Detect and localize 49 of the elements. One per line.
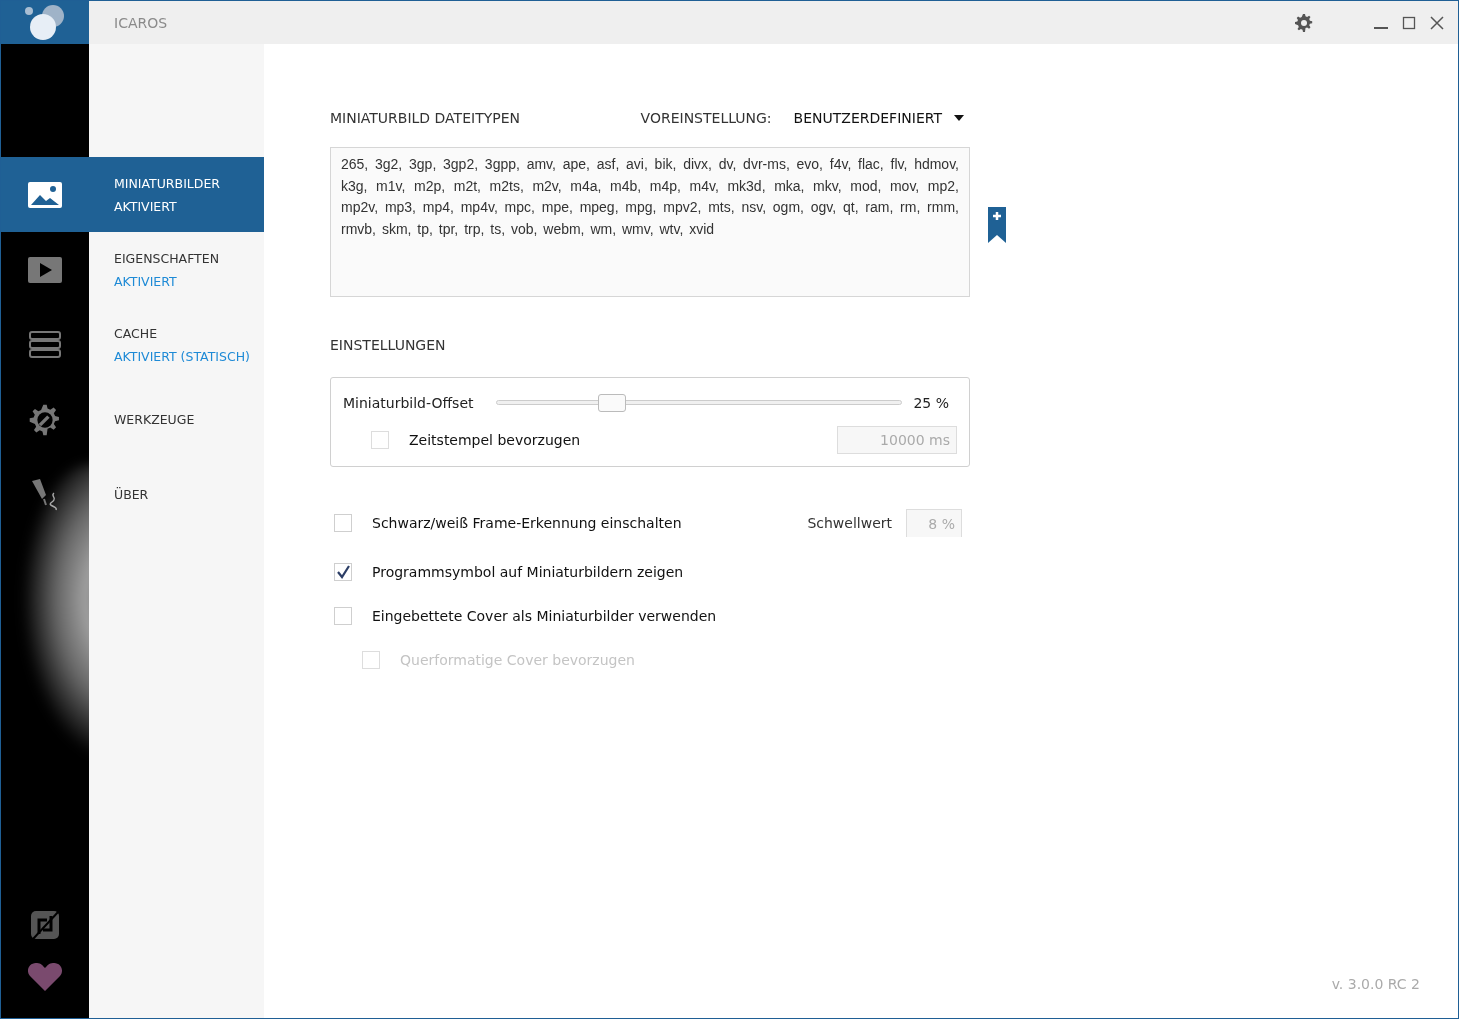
caret-icon — [954, 115, 964, 121]
image-icon — [27, 180, 63, 209]
minimize-icon — [1374, 26, 1388, 29]
nav-item-status: AKTIVIERT (STATISCH) — [114, 348, 251, 364]
settings-icon — [1294, 12, 1314, 33]
slider-label: Miniaturbild-Offset — [343, 395, 475, 411]
version-label: v. 3.0.0 RC 2 — [1331, 976, 1420, 992]
nav-item-title: WERKZEUGE — [114, 412, 196, 427]
nav-item[interactable]: EIGENSCHAFTEN AKTIVIERT — [89, 232, 264, 307]
close-icon — [1430, 15, 1444, 30]
nav-item[interactable]: CACHE AKTIVIERT (STATISCH) — [89, 307, 264, 382]
file-types-field[interactable]: 265, 3g2, 3gp, 3gp2, 3gpp, amv, ape, asf, avi, bik, divx, dv, dvr-ms, evo, f4v, flac, flv, hdmov, k3g, m1v, m2p, m2t, m2ts, m2v, m4a, m4b, m4p, m4v, mk3d, mka, mkv, mod, mov, mp2, mp2v, mp3, mp4, mp4v, mpc, mpe, mpeg, mpg, mpv2, mts, nsv, ogm, ogv, qt, ram, rm, rmm, rmvb, skm, tp, tpr, trp, ts, vob, webm, wm, wmv, wtv, xvid — [330, 147, 970, 297]
preset-dropdown[interactable]: BENUTZERDEFINIERT — [793, 110, 964, 126]
bookmark-plus-icon — [988, 207, 1006, 243]
maximize-icon — [1402, 15, 1416, 30]
preset-label: VOREINSTELLUNG: — [640, 110, 772, 126]
nav-item-title: CACHE — [114, 325, 159, 341]
settings-button[interactable] — [1294, 12, 1314, 33]
bubbles-logo-icon — [23, 2, 67, 43]
nav-item[interactable]: MINIATURBILDER AKTIVIERT — [89, 157, 264, 232]
close-button[interactable] — [1430, 15, 1444, 30]
checkbox-label: Eingebettete Cover als Miniaturbilder verwenden — [372, 608, 717, 624]
nav-item-title: EIGENSCHAFTEN — [114, 250, 220, 266]
nav-item-status: AKTIVIERT — [114, 198, 178, 214]
checkmark-icon — [336, 565, 350, 579]
checkbox-label: Programmsymbol auf Miniaturbildern zeigen — [372, 564, 684, 580]
checkbox-label: Querformatige Cover bevorzugen — [400, 652, 635, 668]
nav-item[interactable]: WERKZEUGE — [89, 382, 264, 457]
section-heading: EINSTELLUNGEN — [330, 337, 447, 353]
threshold-label: Schwellwert — [807, 515, 892, 531]
stacked-books-icon — [28, 329, 62, 360]
slider-thumb[interactable] — [598, 394, 627, 412]
checkbox[interactable] — [334, 607, 352, 625]
play-icon — [27, 255, 63, 284]
nav-item-status: AKTIVIERT — [114, 273, 178, 289]
nav-item-title: MINIATURBILDER — [114, 175, 221, 191]
heart-icon[interactable] — [27, 962, 63, 992]
gear-wrench-icon — [28, 402, 62, 437]
window-title: ICAROS — [114, 14, 169, 31]
checkbox[interactable] — [334, 514, 352, 532]
sync-icon[interactable] — [30, 910, 60, 940]
nav-item[interactable]: ÜBER — [89, 457, 264, 532]
maximize-button[interactable] — [1402, 15, 1416, 30]
checkbox-label: Schwarz/weiß Frame-Erkennung einschalten — [372, 515, 682, 531]
checkbox-label: Zeitstempel bevorzugen — [409, 432, 581, 448]
section-label: MINIATURBILD DATEITYPEN — [330, 110, 521, 126]
nav-item-title: ÜBER — [114, 487, 150, 502]
slider-value: 25 % — [913, 395, 949, 411]
checkbox[interactable] — [334, 563, 352, 581]
